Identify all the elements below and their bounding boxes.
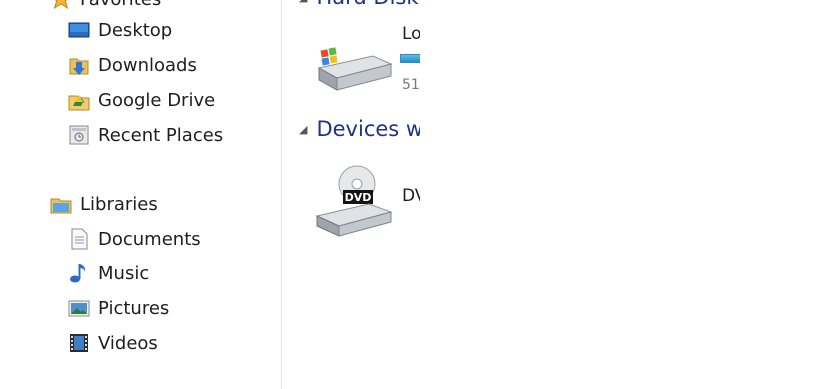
- music-icon: [68, 262, 90, 284]
- windows-hard-drive-icon: [317, 47, 393, 91]
- drive-label: Lo: [402, 24, 420, 44]
- sidebar-item-libraries[interactable]: Libraries: [50, 189, 158, 219]
- recent-places-icon: [68, 124, 90, 146]
- sidebar-item-downloads[interactable]: Downloads: [68, 50, 197, 80]
- sidebar-item-label: Documents: [98, 228, 201, 250]
- navigation-pane: Favorites Desktop Downloads Google Drive…: [0, 0, 282, 389]
- sidebar-item-favorites[interactable]: Favorites: [50, 0, 161, 14]
- sidebar-item-label: Music: [98, 262, 150, 284]
- dvd-badge-text: DVD: [345, 191, 372, 204]
- documents-icon: [68, 228, 90, 250]
- sidebar-item-desktop[interactable]: Desktop: [68, 15, 172, 45]
- sidebar-item-recent-places[interactable]: Recent Places: [68, 120, 223, 150]
- downloads-folder-icon: [68, 54, 90, 76]
- collapse-triangle-icon[interactable]: ◢: [299, 0, 307, 4]
- group-header-devices[interactable]: ◢ Devices w: [299, 117, 420, 141]
- sidebar-item-videos[interactable]: Videos: [68, 328, 158, 358]
- sidebar-item-google-drive[interactable]: Google Drive: [68, 85, 215, 115]
- collapse-triangle-icon[interactable]: ◢: [299, 123, 307, 136]
- group-header-label: Devices w: [316, 117, 420, 141]
- star-icon: [50, 0, 72, 10]
- sidebar-item-label: Favorites: [80, 0, 161, 10]
- videos-icon: [68, 332, 90, 354]
- content-pane: ◢ Hard Disk Lo 51 ◢ Devices w DVD: [283, 0, 420, 389]
- sidebar-item-label: Pictures: [98, 297, 170, 319]
- libraries-icon: [50, 193, 72, 215]
- sidebar-item-label: Libraries: [80, 193, 158, 215]
- sidebar-item-label: Downloads: [98, 54, 197, 76]
- group-header-label: Hard Disk: [316, 0, 418, 9]
- sidebar-item-pictures[interactable]: Pictures: [68, 293, 169, 323]
- sidebar-item-documents[interactable]: Documents: [68, 224, 201, 254]
- group-header-hard-disk[interactable]: ◢ Hard Disk: [299, 0, 419, 9]
- dvd-drive-icon: DVD: [315, 165, 393, 237]
- drive-size-text: 51: [402, 77, 420, 93]
- sidebar-item-label: Videos: [98, 332, 158, 354]
- google-drive-icon: [68, 89, 90, 111]
- sidebar-item-music[interactable]: Music: [68, 258, 149, 288]
- pictures-icon: [68, 297, 90, 319]
- drive-usage-bar: [400, 54, 420, 63]
- sidebar-item-label: Desktop: [98, 19, 173, 41]
- sidebar-item-label: Recent Places: [98, 124, 224, 146]
- drive-label: DV: [402, 186, 420, 206]
- desktop-icon: [68, 19, 90, 41]
- sidebar-item-label: Google Drive: [98, 89, 216, 111]
